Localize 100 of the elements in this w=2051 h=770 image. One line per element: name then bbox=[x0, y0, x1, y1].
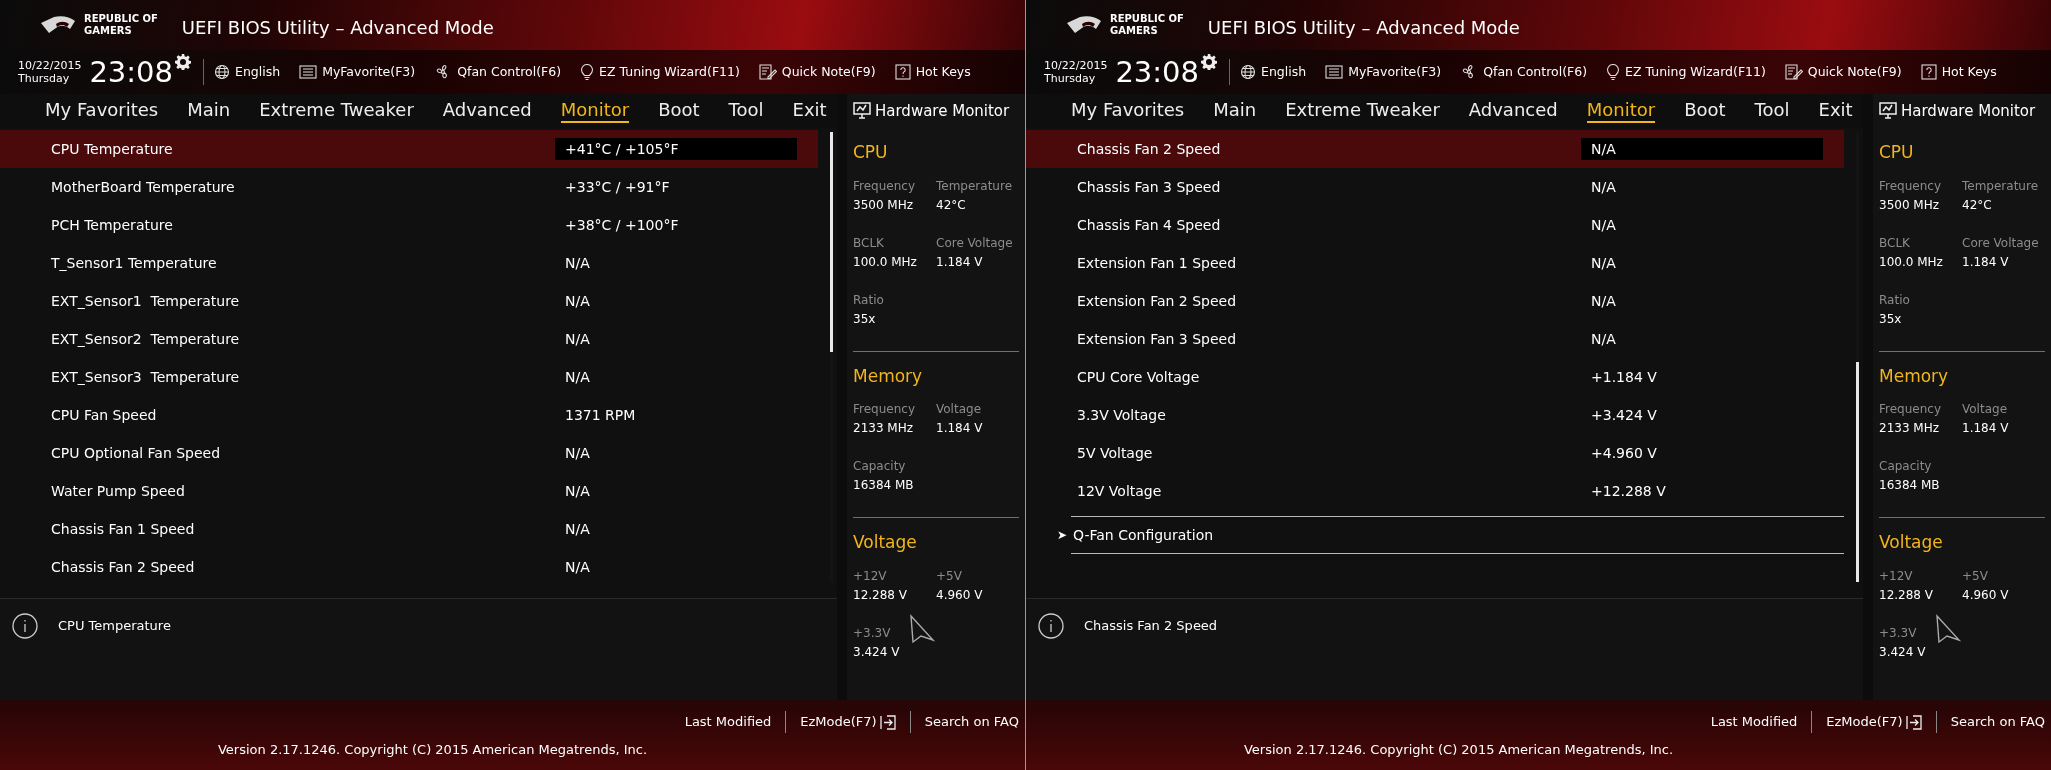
field-value: 100.0 MHz bbox=[853, 253, 917, 270]
menu-tab[interactable]: Advanced bbox=[1468, 99, 1558, 123]
pointer-icon: ➤ bbox=[1057, 526, 1068, 544]
settings-row[interactable]: PCH Temperature +38°C / +100°F bbox=[0, 206, 818, 244]
setting-value: N/A bbox=[1590, 215, 1616, 235]
settings-icon[interactable] bbox=[1201, 54, 1217, 70]
field-label: Voltage bbox=[936, 401, 981, 417]
setting-label: CPU Temperature bbox=[50, 139, 174, 159]
toolbar-button[interactable]: English bbox=[1240, 62, 1307, 82]
field-label: Frequency bbox=[1879, 177, 1941, 194]
field-label: +12V bbox=[853, 567, 887, 584]
section-title: CPU bbox=[853, 141, 889, 164]
settings-row[interactable]: 3.3V Voltage +3.424 V bbox=[1026, 396, 1844, 434]
section-title: Memory bbox=[853, 364, 924, 388]
field-value: 4.960 V bbox=[936, 586, 983, 603]
scrollbar[interactable] bbox=[830, 132, 833, 582]
toolbar-button[interactable]: Qfan Control(F6) bbox=[434, 62, 562, 82]
settings-row[interactable]: Chassis Fan 2 Speed N/A bbox=[1026, 130, 1844, 168]
field-value: 42°C bbox=[1962, 196, 1992, 213]
settings-icon[interactable] bbox=[175, 54, 191, 70]
monitor-icon bbox=[1879, 102, 1897, 120]
menu-tab[interactable]: Advanced bbox=[442, 99, 532, 123]
setting-label: Extension Fan 2 Speed bbox=[1076, 291, 1238, 311]
footer-link[interactable]: Last Modified bbox=[1710, 712, 1798, 732]
menu-tab[interactable]: Boot bbox=[1684, 99, 1726, 123]
settings-row[interactable]: CPU Temperature +41°C / +105°F bbox=[0, 130, 818, 168]
settings-row[interactable]: MotherBoard Temperature +33°C / +91°F bbox=[0, 168, 818, 206]
setting-value: +41°C / +105°F bbox=[555, 138, 797, 160]
toolbar-button[interactable]: Quick Note(F9) bbox=[1784, 62, 1902, 82]
section-title: CPU bbox=[1879, 141, 1915, 164]
field-value: 35x bbox=[853, 310, 876, 327]
footer-link[interactable]: EzMode(F7) bbox=[800, 712, 896, 732]
setting-label: Chassis Fan 3 Speed bbox=[1076, 177, 1222, 197]
menu-tab[interactable]: My Favorites bbox=[45, 99, 159, 123]
footer-link[interactable]: Search on FAQ bbox=[924, 712, 1019, 732]
menu-tab[interactable]: Boot bbox=[658, 99, 700, 123]
toolbar-button[interactable]: MyFavorite(F3) bbox=[1325, 62, 1442, 82]
settings-row[interactable]: EXT_Sensor3 Temperature N/A bbox=[0, 358, 818, 396]
exit-arrow-icon bbox=[1905, 714, 1922, 730]
field-label: Capacity bbox=[1879, 458, 1932, 474]
menu-tab[interactable]: Extreme Tweaker bbox=[1285, 99, 1440, 123]
menu-tab[interactable]: Monitor bbox=[1586, 99, 1656, 123]
settings-row[interactable]: Water Pump Speed N/A bbox=[0, 472, 818, 510]
menu-tab[interactable]: Exit bbox=[1818, 99, 1853, 123]
settings-row[interactable]: EXT_Sensor2 Temperature N/A bbox=[0, 320, 818, 358]
menu-tab[interactable]: Main bbox=[187, 99, 231, 123]
field-value: 16384 MB bbox=[853, 477, 914, 493]
menu-tab[interactable]: Monitor bbox=[560, 99, 630, 123]
setting-value: +1.184 V bbox=[1590, 367, 1657, 387]
settings-row[interactable]: T_Sensor1 Temperature N/A bbox=[0, 244, 818, 282]
footer-link[interactable]: Last Modified bbox=[684, 712, 772, 732]
logo-text: REPUBLIC OF bbox=[1110, 13, 1184, 25]
setting-label: EXT_Sensor3 Temperature bbox=[50, 367, 241, 387]
toolbar-button[interactable]: Hot Keys bbox=[1920, 62, 1997, 82]
toolbar-button[interactable]: MyFavorite(F3) bbox=[299, 62, 416, 82]
setting-value: N/A bbox=[1581, 138, 1823, 160]
menu-tab[interactable]: Extreme Tweaker bbox=[259, 99, 414, 123]
settings-row[interactable]: Chassis Fan 2 Speed N/A bbox=[0, 548, 818, 586]
menu-tab[interactable]: Exit bbox=[792, 99, 827, 123]
settings-row[interactable]: CPU Optional Fan Speed N/A bbox=[0, 434, 818, 472]
window-title: UEFI BIOS Utility – Advanced Mode bbox=[181, 15, 494, 40]
settings-row[interactable]: Extension Fan 1 Speed N/A bbox=[1026, 244, 1844, 282]
field-value: 1.184 V bbox=[936, 420, 983, 436]
field-value: 35x bbox=[1879, 310, 1902, 327]
settings-row[interactable]: Chassis Fan 4 Speed N/A bbox=[1026, 206, 1844, 244]
menu-tab[interactable]: My Favorites bbox=[1071, 99, 1185, 123]
weekday-text: Thursday bbox=[18, 72, 71, 85]
settings-row[interactable]: CPU Fan Speed 1371 RPM bbox=[0, 396, 818, 434]
description-text: CPU Temperature bbox=[58, 617, 171, 635]
toolbar-button[interactable]: Qfan Control(F6) bbox=[1460, 62, 1588, 82]
setting-label: CPU Optional Fan Speed bbox=[50, 443, 222, 463]
toolbar-button[interactable]: EZ Tuning Wizard(F11) bbox=[1606, 62, 1766, 82]
info-icon bbox=[12, 613, 38, 639]
toolbar-button[interactable]: Quick Note(F9) bbox=[758, 62, 876, 82]
field-value: 3500 MHz bbox=[853, 196, 914, 213]
setting-value: N/A bbox=[1590, 291, 1616, 311]
settings-row[interactable]: Chassis Fan 1 Speed N/A bbox=[0, 510, 818, 548]
toolbar-button[interactable]: English bbox=[214, 62, 281, 82]
settings-row[interactable]: 12V Voltage +12.288 V bbox=[1026, 472, 1844, 510]
toolbar-button[interactable]: EZ Tuning Wizard(F11) bbox=[580, 62, 740, 82]
settings-row[interactable]: EXT_Sensor1 Temperature N/A bbox=[0, 282, 818, 320]
footer-link[interactable]: Search on FAQ bbox=[1950, 712, 2045, 732]
field-value: 12.288 V bbox=[853, 586, 907, 603]
settings-row[interactable]: Chassis Fan 3 Speed N/A bbox=[1026, 168, 1844, 206]
clock-time: 23:08 bbox=[89, 57, 173, 87]
field-label: +3.3V bbox=[1879, 624, 1917, 641]
scrollbar[interactable] bbox=[1856, 132, 1859, 582]
setting-label: PCH Temperature bbox=[50, 215, 174, 235]
menu-tab[interactable]: Main bbox=[1213, 99, 1257, 123]
settings-row[interactable]: 5V Voltage +4.960 V bbox=[1026, 434, 1844, 472]
settings-row[interactable]: Extension Fan 2 Speed N/A bbox=[1026, 282, 1844, 320]
settings-row[interactable]: CPU Core Voltage +1.184 V bbox=[1026, 358, 1844, 396]
setting-value: N/A bbox=[1590, 329, 1616, 349]
toolbar-button[interactable]: Hot Keys bbox=[894, 62, 971, 82]
menu-tab[interactable]: Tool bbox=[1754, 99, 1790, 123]
menu-tab[interactable]: Tool bbox=[728, 99, 764, 123]
globe-icon bbox=[1240, 64, 1256, 80]
settings-row[interactable]: Extension Fan 3 Speed N/A bbox=[1026, 320, 1844, 358]
version-text: Version 2.17.1246. Copyright (C) 2015 American Megatrends, Inc. bbox=[1243, 741, 1674, 759]
footer-link[interactable]: EzMode(F7) bbox=[1826, 712, 1922, 732]
